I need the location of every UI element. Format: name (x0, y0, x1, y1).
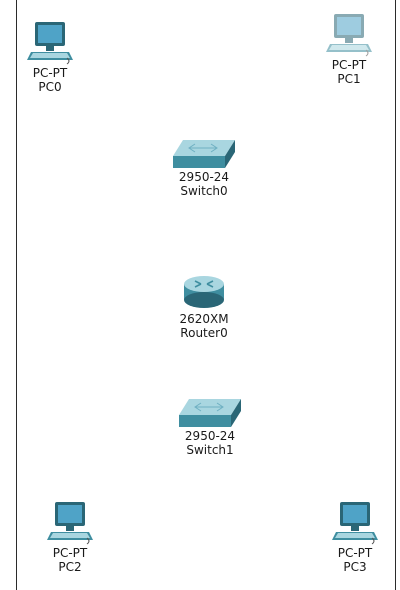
device-pc3[interactable]: PC-PT PC3 (310, 500, 400, 574)
device-pc1[interactable]: PC-PT PC1 (304, 12, 394, 86)
device-model-label: PC-PT (337, 546, 373, 560)
device-name-label: Router0 (180, 326, 228, 340)
pc-icon (326, 14, 372, 57)
device-model-label: 2950-24 (178, 170, 230, 184)
device-model-label: PC-PT (331, 58, 367, 72)
device-pc2[interactable]: PC-PT PC2 (25, 500, 115, 574)
pc-icon (47, 502, 93, 545)
device-model-label: PC-PT (52, 546, 88, 560)
device-name-label: PC0 (38, 80, 62, 94)
device-router0[interactable]: 2620XM Router0 (159, 272, 249, 340)
device-model-label: 2620XM (179, 312, 229, 326)
device-name-label: PC3 (343, 560, 367, 574)
router-icon (184, 276, 224, 308)
device-model-label: 2950-24 (184, 429, 236, 443)
workspace-canvas[interactable]: PC-PT PC0 PC-PT PC1 2950-24 Switch0 2620… (0, 0, 400, 590)
pc-icon (332, 502, 378, 545)
pc-icon (27, 22, 73, 65)
device-name-label: PC1 (337, 72, 361, 86)
device-pc0[interactable]: PC-PT PC0 (5, 20, 95, 94)
device-model-label: PC-PT (32, 66, 68, 80)
switch-icon (179, 399, 241, 427)
device-switch0[interactable]: 2950-24 Switch0 (159, 138, 249, 198)
device-switch1[interactable]: 2950-24 Switch1 (165, 397, 255, 457)
device-name-label: Switch1 (186, 443, 234, 457)
device-name-label: Switch0 (180, 184, 228, 198)
switch-icon (173, 140, 235, 168)
device-name-label: PC2 (58, 560, 82, 574)
